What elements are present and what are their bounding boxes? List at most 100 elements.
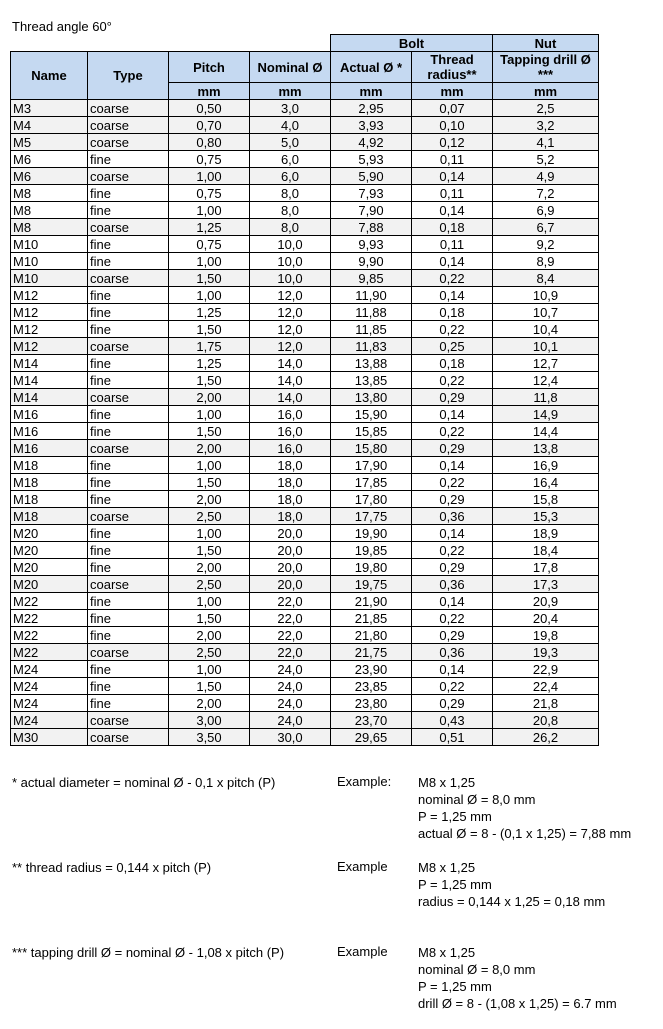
- cell-pitch: 0,75: [168, 184, 250, 202]
- cell-pitch: 1,25: [168, 354, 250, 372]
- cell-pitch: 2,50: [168, 643, 250, 661]
- header-spacer: [11, 35, 331, 52]
- cell-nominal: 10,0: [249, 252, 331, 270]
- cell-nominal: 14,0: [249, 388, 331, 406]
- example-label: Example: [337, 944, 388, 959]
- example-line: drill Ø = 8 - (1,08 x 1,25) = 6.7 mm: [418, 996, 617, 1011]
- table-row: M18 coarse 2,50 18,0 17,75 0,36 15,3: [10, 507, 599, 525]
- example-body: M8 x 1,25 nominal Ø = 8,0 mm P = 1,25 mm dr…: [418, 944, 617, 1012]
- cell-drill: 17,3: [492, 575, 599, 593]
- cell-name: M16: [10, 439, 88, 457]
- cell-pitch: 1,50: [168, 677, 250, 695]
- cell-name: M10: [10, 252, 88, 270]
- cell-type: coarse: [87, 575, 169, 593]
- cell-actual: 19,90: [330, 524, 412, 542]
- cell-radius: 0,51: [411, 728, 493, 746]
- cell-radius: 0,22: [411, 320, 493, 338]
- cell-type: fine: [87, 371, 169, 389]
- cell-nominal: 16,0: [249, 422, 331, 440]
- cell-type: coarse: [87, 99, 169, 117]
- cell-nominal: 24,0: [249, 660, 331, 678]
- cell-actual: 21,85: [330, 609, 412, 627]
- cell-name: M24: [10, 711, 88, 729]
- cell-pitch: 1,50: [168, 320, 250, 338]
- cell-radius: 0,14: [411, 592, 493, 610]
- cell-radius: 0,14: [411, 524, 493, 542]
- cell-nominal: 22,0: [249, 626, 331, 644]
- table-row: M12 fine 1,25 12,0 11,88 0,18 10,7: [10, 303, 599, 321]
- cell-name: M20: [10, 541, 88, 559]
- cell-name: M18: [10, 473, 88, 491]
- col-header-thread-radius-line2: radius**: [427, 67, 477, 82]
- cell-type: fine: [87, 524, 169, 542]
- cell-actual: 9,90: [330, 252, 412, 270]
- cell-drill: 18,4: [492, 541, 599, 559]
- cell-drill: 10,1: [492, 337, 599, 355]
- table-row: M18 fine 1,50 18,0 17,85 0,22 16,4: [10, 473, 599, 491]
- cell-actual: 7,90: [330, 201, 412, 219]
- cell-radius: 0,22: [411, 473, 493, 491]
- cell-drill: 20,9: [492, 592, 599, 610]
- cell-pitch: 3,00: [168, 711, 250, 729]
- table-row: M4 coarse 0,70 4,0 3,93 0,10 3,2: [10, 116, 599, 134]
- cell-drill: 19,8: [492, 626, 599, 644]
- cell-drill: 7,2: [492, 184, 599, 202]
- cell-pitch: 1,75: [168, 337, 250, 355]
- cell-radius: 0,22: [411, 609, 493, 627]
- cell-drill: 8,9: [492, 252, 599, 270]
- cell-drill: 10,4: [492, 320, 599, 338]
- cell-radius: 0,29: [411, 558, 493, 576]
- example-body: M8 x 1,25 P = 1,25 mm radius = 0,144 x 1,2…: [418, 859, 605, 910]
- cell-actual: 21,80: [330, 626, 412, 644]
- cell-radius: 0,29: [411, 439, 493, 457]
- cell-radius: 0,36: [411, 507, 493, 525]
- cell-type: fine: [87, 694, 169, 712]
- cell-type: coarse: [87, 269, 169, 287]
- cell-nominal: 24,0: [249, 711, 331, 729]
- table-row: M3 coarse 0,50 3,0 2,95 0,07 2,5: [10, 99, 599, 117]
- cell-drill: 12,7: [492, 354, 599, 372]
- cell-name: M5: [10, 133, 88, 151]
- cell-actual: 19,85: [330, 541, 412, 559]
- cell-drill: 11,8: [492, 388, 599, 406]
- col-header-actual: Actual Ø *: [330, 51, 412, 83]
- table-row: M24 fine 1,50 24,0 23,85 0,22 22,4: [10, 677, 599, 695]
- table-row: M10 fine 1,00 10,0 9,90 0,14 8,9: [10, 252, 599, 270]
- cell-radius: 0,14: [411, 167, 493, 185]
- cell-type: coarse: [87, 711, 169, 729]
- cell-name: M12: [10, 320, 88, 338]
- cell-name: M22: [10, 643, 88, 661]
- cell-nominal: 6,0: [249, 167, 331, 185]
- table-row: M22 fine 2,00 22,0 21,80 0,29 19,8: [10, 626, 599, 644]
- cell-pitch: 2,00: [168, 626, 250, 644]
- cell-drill: 22,9: [492, 660, 599, 678]
- cell-nominal: 14,0: [249, 371, 331, 389]
- cell-actual: 11,90: [330, 286, 412, 304]
- footnote-formula: ** thread radius = 0,144 x pitch (P): [12, 860, 212, 875]
- cell-nominal: 30,0: [249, 728, 331, 746]
- cell-radius: 0,29: [411, 388, 493, 406]
- cell-nominal: 20,0: [249, 558, 331, 576]
- table-row: M22 fine 1,00 22,0 21,90 0,14 20,9: [10, 592, 599, 610]
- cell-type: fine: [87, 252, 169, 270]
- cell-type: fine: [87, 677, 169, 695]
- table-row: M24 coarse 3,00 24,0 23,70 0,43 20,8: [10, 711, 599, 729]
- table-row: M12 fine 1,00 12,0 11,90 0,14 10,9: [10, 286, 599, 304]
- cell-drill: 19,3: [492, 643, 599, 661]
- group-header-bolt: Bolt: [330, 34, 493, 52]
- cell-nominal: 10,0: [249, 235, 331, 253]
- cell-nominal: 18,0: [249, 473, 331, 491]
- cell-nominal: 16,0: [249, 405, 331, 423]
- cell-type: fine: [87, 558, 169, 576]
- cell-type: fine: [87, 626, 169, 644]
- cell-drill: 20,4: [492, 609, 599, 627]
- cell-pitch: 0,75: [168, 150, 250, 168]
- cell-pitch: 0,80: [168, 133, 250, 151]
- cell-pitch: 1,50: [168, 371, 250, 389]
- table-row: M8 coarse 1,25 8,0 7,88 0,18 6,7: [10, 218, 599, 236]
- cell-nominal: 24,0: [249, 677, 331, 695]
- cell-type: fine: [87, 303, 169, 321]
- cell-actual: 4,92: [330, 133, 412, 151]
- cell-pitch: 1,50: [168, 422, 250, 440]
- cell-drill: 10,9: [492, 286, 599, 304]
